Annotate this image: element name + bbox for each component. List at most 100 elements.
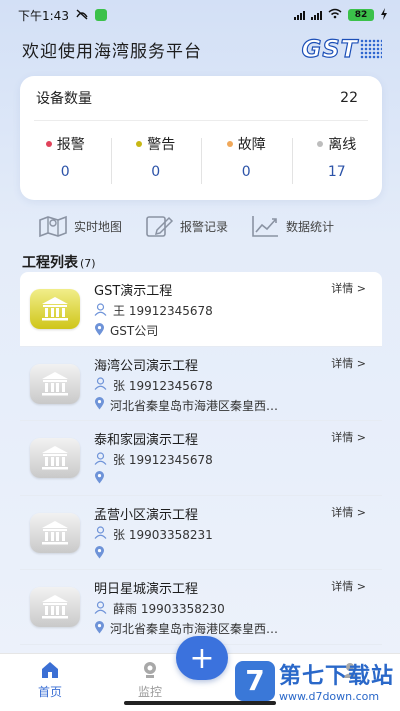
device-count-row: 设备数量 22 bbox=[20, 76, 382, 120]
stat-value: 17 bbox=[327, 164, 346, 180]
stat-warning[interactable]: 警告 0 bbox=[110, 132, 202, 184]
nav-label: 首页 bbox=[37, 685, 62, 699]
contact-text: 张 19912345678 bbox=[113, 378, 213, 393]
stat-offline[interactable]: 离线 17 bbox=[291, 132, 383, 184]
stat-label: 故障 bbox=[237, 137, 266, 153]
user-icon bbox=[94, 302, 107, 319]
location-text: 河北省秦皇岛市海港区秦皇西… bbox=[110, 398, 279, 413]
fault-dot-icon bbox=[226, 141, 233, 147]
add-button[interactable]: + bbox=[176, 636, 228, 680]
detail-link[interactable]: 详情 > bbox=[331, 429, 366, 445]
location-pin-icon bbox=[94, 620, 105, 637]
project-contact: 王 19912345678 bbox=[94, 302, 213, 319]
map-icon bbox=[38, 213, 68, 239]
chart-icon bbox=[250, 213, 280, 239]
watermark-title: 第七下载站 bbox=[278, 664, 394, 689]
project-name: 孟营小区演示工程 bbox=[94, 507, 199, 523]
project-list-title: 工程列表 (7) bbox=[22, 252, 96, 272]
location-text: 河北省秦皇岛市海港区秦皇西… bbox=[110, 622, 279, 637]
contact-text: 张 19912345678 bbox=[113, 453, 213, 468]
mute-icon bbox=[75, 8, 89, 23]
quick-link-label: 数据统计 bbox=[286, 219, 335, 234]
signal-icon bbox=[294, 10, 305, 20]
device-summary-card[interactable]: 设备数量 22 报警 0 警告 0 故障 0 离线 17 bbox=[20, 76, 382, 200]
list-item[interactable]: 明日星城演示工程 详情 > 薛雨 19903358230 河北省秦皇岛市海港区秦… bbox=[20, 570, 382, 645]
detail-link[interactable]: 详情 > bbox=[331, 355, 366, 371]
contact-text: 张 19903358231 bbox=[113, 527, 213, 542]
project-contact: 薛雨 19903358230 bbox=[94, 600, 225, 617]
location-text: GST公司 bbox=[110, 324, 159, 338]
location-pin-icon bbox=[94, 322, 105, 339]
status-bar: 下午1:43 82 bbox=[0, 0, 400, 30]
quick-links: 实时地图 报警记录 数据统计 bbox=[38, 210, 380, 242]
location-pin-icon bbox=[94, 545, 105, 562]
device-count-value: 22 bbox=[340, 90, 358, 106]
alarm-records-link[interactable]: 报警记录 bbox=[144, 213, 228, 239]
nav-home[interactable]: 首页 bbox=[0, 654, 100, 711]
stat-alarm[interactable]: 报警 0 bbox=[20, 132, 111, 180]
building-icon bbox=[30, 438, 80, 479]
location-pin-icon bbox=[94, 397, 105, 413]
project-contact: 张 19912345678 bbox=[94, 451, 213, 468]
user-icon bbox=[94, 452, 107, 468]
watermark-logo: 7 bbox=[234, 660, 275, 701]
quick-link-label: 实时地图 bbox=[74, 219, 123, 234]
project-location bbox=[94, 545, 110, 562]
project-contact: 张 19912345678 bbox=[94, 377, 213, 394]
user-icon bbox=[94, 601, 107, 617]
status-time: 下午1:43 bbox=[18, 8, 69, 23]
offline-dot-icon bbox=[317, 141, 324, 147]
location-pin-icon bbox=[94, 471, 105, 487]
app-header: 欢迎使用海湾服务平台 GST bbox=[22, 34, 382, 64]
project-count: (7) bbox=[80, 257, 96, 270]
stat-label: 警告 bbox=[147, 137, 176, 153]
detail-link[interactable]: 详情 > bbox=[331, 280, 366, 296]
list-item[interactable]: GST演示工程 详情 > 王 19912345678 GST公司 bbox=[20, 272, 382, 347]
stat-value: 0 bbox=[60, 164, 70, 180]
gst-logo: GST bbox=[301, 34, 382, 64]
list-item[interactable]: 孟营小区演示工程 详情 > 张 19903358231 bbox=[20, 496, 382, 571]
stat-value: 0 bbox=[241, 164, 251, 180]
watermark: 7 第七下载站 www.d7down.com bbox=[234, 658, 394, 703]
warning-dot-icon bbox=[136, 141, 143, 147]
contact-text: 王 19912345678 bbox=[113, 304, 213, 318]
detail-link[interactable]: 详情 > bbox=[331, 504, 366, 520]
project-name: 泰和家园演示工程 bbox=[94, 433, 199, 449]
stat-label: 报警 bbox=[56, 137, 85, 153]
contact-text: 薛雨 19903358230 bbox=[113, 602, 225, 617]
user-icon bbox=[94, 526, 107, 542]
project-location bbox=[94, 471, 110, 487]
building-icon bbox=[30, 512, 80, 553]
building-icon bbox=[30, 289, 80, 329]
project-location: GST公司 bbox=[94, 322, 158, 339]
signal-icon-2 bbox=[311, 10, 322, 20]
project-name: GST演示工程 bbox=[94, 284, 173, 299]
device-count-label: 设备数量 bbox=[36, 91, 92, 107]
list-item[interactable]: 泰和家园演示工程 详情 > 张 19912345678 bbox=[20, 421, 382, 496]
building-icon bbox=[30, 587, 80, 628]
list-item[interactable]: 海湾公司演示工程 详情 > 张 19912345678 河北省秦皇岛市海港区秦皇… bbox=[20, 347, 382, 422]
wifi-icon bbox=[328, 8, 342, 22]
data-stats-link[interactable]: 数据统计 bbox=[250, 213, 334, 239]
wechat-notification-icon bbox=[94, 9, 107, 21]
charging-icon bbox=[380, 7, 388, 23]
project-list: GST演示工程 详情 > 王 19912345678 GST公司 海湾公司演示工… bbox=[20, 272, 382, 645]
app-title: 欢迎使用海湾服务平台 bbox=[22, 41, 202, 62]
alarm-dot-icon bbox=[45, 141, 52, 147]
detail-link[interactable]: 详情 > bbox=[331, 578, 366, 594]
project-list-heading: 工程列表 bbox=[22, 255, 78, 271]
project-name: 海湾公司演示工程 bbox=[94, 358, 199, 374]
nav-label: 监控 bbox=[137, 685, 162, 699]
project-location: 河北省秦皇岛市海港区秦皇西… bbox=[94, 397, 278, 414]
logo-text: GST bbox=[301, 34, 358, 63]
quick-link-label: 报警记录 bbox=[180, 219, 229, 234]
project-location: 河北省秦皇岛市海港区秦皇西… bbox=[94, 620, 278, 637]
stat-fault[interactable]: 故障 0 bbox=[201, 132, 292, 184]
monitor-icon bbox=[139, 660, 161, 680]
device-stats: 报警 0 警告 0 故障 0 离线 17 bbox=[20, 121, 382, 191]
project-name: 明日星城演示工程 bbox=[94, 582, 199, 598]
logo-dots-icon bbox=[360, 39, 382, 59]
battery-icon: 82 bbox=[348, 9, 374, 21]
realtime-map-link[interactable]: 实时地图 bbox=[38, 213, 122, 239]
watermark-url: www.d7down.com bbox=[278, 690, 380, 703]
